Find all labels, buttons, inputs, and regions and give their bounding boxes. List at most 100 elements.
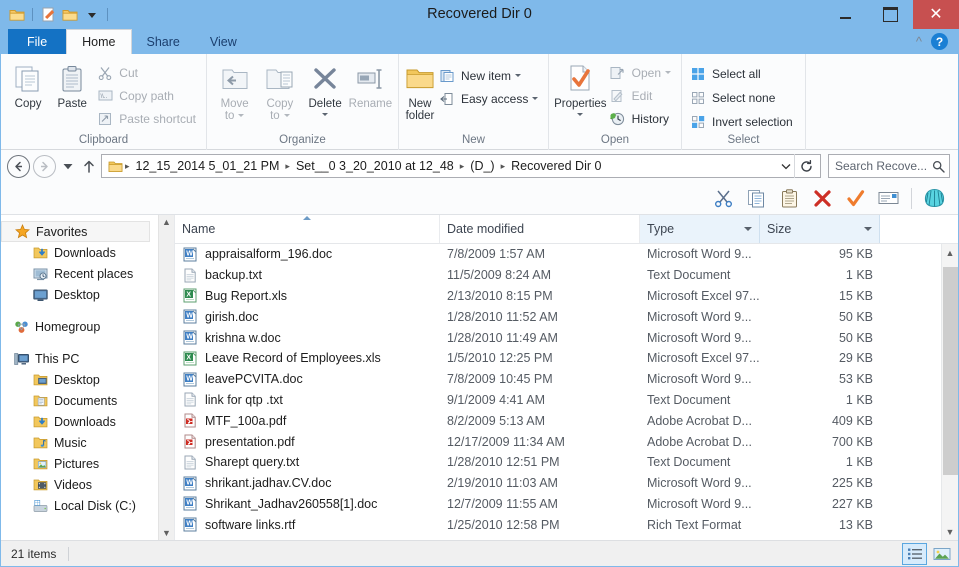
sidebar-item-this-pc[interactable]: This PC <box>1 348 158 369</box>
sidebar-item-documents[interactable]: Documents <box>1 390 158 411</box>
open-button[interactable]: Open <box>607 62 676 83</box>
toolbar-copy-button[interactable] <box>743 185 770 211</box>
breadcrumb-item-2[interactable]: (D_) <box>466 159 498 173</box>
table-row[interactable]: WleavePCVITA.doc 7/8/2009 10:45 PM Microso… <box>175 369 941 390</box>
large-icons-view-button[interactable] <box>929 543 954 565</box>
up-button[interactable] <box>80 155 98 178</box>
invert-selection-button[interactable]: Invert selection <box>687 111 798 132</box>
details-view-button[interactable] <box>902 542 927 565</box>
properties-caret-icon[interactable] <box>577 113 584 116</box>
table-row[interactable]: Wappraisalform_196.doc 7/8/2009 1:57 AM Mi… <box>175 244 941 265</box>
tab-file[interactable]: File <box>8 29 67 54</box>
nav-scrollbar[interactable]: ▲ ▼ <box>158 215 174 540</box>
file-scroll-down-icon[interactable]: ▼ <box>946 523 955 540</box>
new-folder-icon[interactable] <box>38 5 58 25</box>
sidebar-item-music[interactable]: Music <box>1 432 158 453</box>
toolbar-rename-button[interactable] <box>875 185 902 211</box>
toolbar-shell-button[interactable] <box>921 185 948 211</box>
chevron-down-icon[interactable] <box>777 155 794 177</box>
sidebar-item-homegroup[interactable]: Homegroup <box>1 316 158 337</box>
toolbar-cut-button[interactable] <box>710 185 737 211</box>
table-row[interactable]: Wgirish.doc 1/28/2010 11:52 AM Microsoft W… <box>175 306 941 327</box>
copy-button[interactable]: Copy <box>6 58 50 110</box>
edit-button[interactable]: Edit <box>607 85 676 106</box>
table-row[interactable]: Wkrishna w.doc 1/28/2010 11:49 AM Microsof… <box>175 327 941 348</box>
folder-icon[interactable] <box>7 5 27 25</box>
tab-view[interactable]: View <box>195 29 252 54</box>
table-row[interactable]: Wshrikant.jadhav.CV.doc 2/19/2010 11:03 A… <box>175 473 941 494</box>
refresh-icon[interactable] <box>794 154 818 178</box>
properties-button[interactable]: Properties <box>554 58 607 116</box>
tab-home[interactable]: Home <box>66 29 132 54</box>
easy-access-button[interactable]: Easy access <box>436 88 543 109</box>
close-button[interactable]: ✕ <box>913 0 959 29</box>
table-row[interactable]: W Shrikant_Jadhav260558[1].doc 12/7/2009 1… <box>175 494 941 515</box>
sidebar-item-downloads-pc[interactable]: Downloads <box>1 411 158 432</box>
paste-button[interactable]: Paste <box>50 58 94 110</box>
type-filter-caret-icon[interactable] <box>744 227 752 231</box>
sidebar-item-pictures[interactable]: Pictures <box>1 453 158 474</box>
file-scroll-thumb[interactable] <box>943 267 958 475</box>
rename-button[interactable]: Rename <box>348 58 393 110</box>
column-header-size[interactable]: Size <box>760 215 880 243</box>
sidebar-item-recent-places[interactable]: Recent places <box>1 263 158 284</box>
address-box[interactable]: ▸ 12_15_2014 5_01_21 PM ▸ Set__0 3_20_20… <box>101 154 821 178</box>
breadcrumb-separator-2[interactable]: ▸ <box>459 161 466 172</box>
history-button[interactable]: History <box>607 108 676 129</box>
new-folder-button[interactable]: New folder <box>404 58 436 122</box>
open-caret-icon[interactable] <box>665 71 671 74</box>
table-row[interactable]: backup.txt 11/5/2009 8:24 AM Text Document… <box>175 265 941 286</box>
select-all-button[interactable]: Select all <box>687 63 798 84</box>
table-row[interactable]: X Bug Report.xls 2/13/2010 8:15 PM Microsof… <box>175 286 941 307</box>
table-row[interactable]: Sharept query.txt 1/28/2010 12:51 PM Text … <box>175 452 941 473</box>
minimize-button[interactable] <box>823 0 868 29</box>
recent-locations-button[interactable] <box>59 155 77 178</box>
search-input[interactable]: Search Recove... <box>828 154 950 178</box>
column-header-date-modified[interactable]: Date modified <box>440 215 640 243</box>
properties-icon[interactable] <box>60 5 80 25</box>
help-icon[interactable]: ? <box>931 33 948 50</box>
sidebar-item-desktop[interactable]: Desktop <box>1 369 158 390</box>
file-list-rows[interactable]: Wappraisalform_196.doc 7/8/2009 1:57 AM Mi… <box>175 244 941 540</box>
file-scroll-up-icon[interactable]: ▲ <box>946 244 955 261</box>
table-row[interactable]: Wsoftware links.rtf 1/25/2010 12:58 PM Ric… <box>175 514 941 535</box>
file-list-scrollbar[interactable]: ▲ ▼ <box>941 244 958 540</box>
sidebar-item-favorites[interactable]: Favorites <box>1 221 150 242</box>
move-to-caret-icon[interactable] <box>238 114 245 118</box>
column-header-name[interactable]: Name <box>175 215 440 243</box>
forward-button[interactable] <box>33 154 56 178</box>
table-row[interactable]: link for qtp .txt 9/1/2009 4:41 AM Text Do… <box>175 390 941 411</box>
column-header-type[interactable]: Type <box>640 215 760 243</box>
toolbar-delete-button[interactable] <box>809 185 836 211</box>
breadcrumb-item-0[interactable]: 12_15_2014 5_01_21 PM <box>132 159 284 173</box>
maximize-button[interactable] <box>868 0 913 29</box>
table-row[interactable]: X Leave Record of Employees.xls 1/5/2010 1… <box>175 348 941 369</box>
nav-scroll-up-icon[interactable]: ▲ <box>162 217 171 227</box>
move-to-button[interactable]: Move to <box>212 58 257 122</box>
size-filter-caret-icon[interactable] <box>864 227 872 231</box>
nav-scroll-down-icon[interactable]: ▼ <box>162 528 171 538</box>
toolbar-paste-button[interactable] <box>776 185 803 211</box>
chevron-up-icon[interactable]: ^ <box>916 35 922 48</box>
select-none-button[interactable]: Select none <box>687 87 798 108</box>
breadcrumb-item-1[interactable]: Set__0 3_20_2010 at 12_48 <box>292 159 458 173</box>
toolbar-confirm-button[interactable] <box>842 185 869 211</box>
file-scroll-track[interactable] <box>942 261 958 523</box>
table-row[interactable]: MTF_100a.pdf 8/2/2009 5:13 AM Adobe Acroba… <box>175 410 941 431</box>
sidebar-item-downloads[interactable]: Downloads <box>1 242 158 263</box>
breadcrumb-separator-3[interactable]: ▸ <box>500 161 507 172</box>
breadcrumb-separator-1[interactable]: ▸ <box>284 161 291 172</box>
sidebar-item-local-disk-c[interactable]: Local Disk (C:) <box>1 495 158 516</box>
delete-button[interactable]: Delete <box>303 58 348 116</box>
tab-share[interactable]: Share <box>132 29 195 54</box>
copy-path-button[interactable]: \\.. Copy path <box>94 85 201 106</box>
back-button[interactable] <box>7 154 30 178</box>
cut-button[interactable]: Cut <box>94 62 201 83</box>
breadcrumb-separator-0[interactable]: ▸ <box>124 161 131 172</box>
paste-shortcut-button[interactable]: Paste shortcut <box>94 108 201 129</box>
new-item-button[interactable]: New item <box>436 65 543 86</box>
sidebar-item-desktop-fav[interactable]: Desktop <box>1 284 158 305</box>
new-item-caret-icon[interactable] <box>515 74 522 77</box>
qat-dropdown-caret[interactable] <box>82 5 102 25</box>
copy-to-button[interactable]: Copy to <box>257 58 302 122</box>
